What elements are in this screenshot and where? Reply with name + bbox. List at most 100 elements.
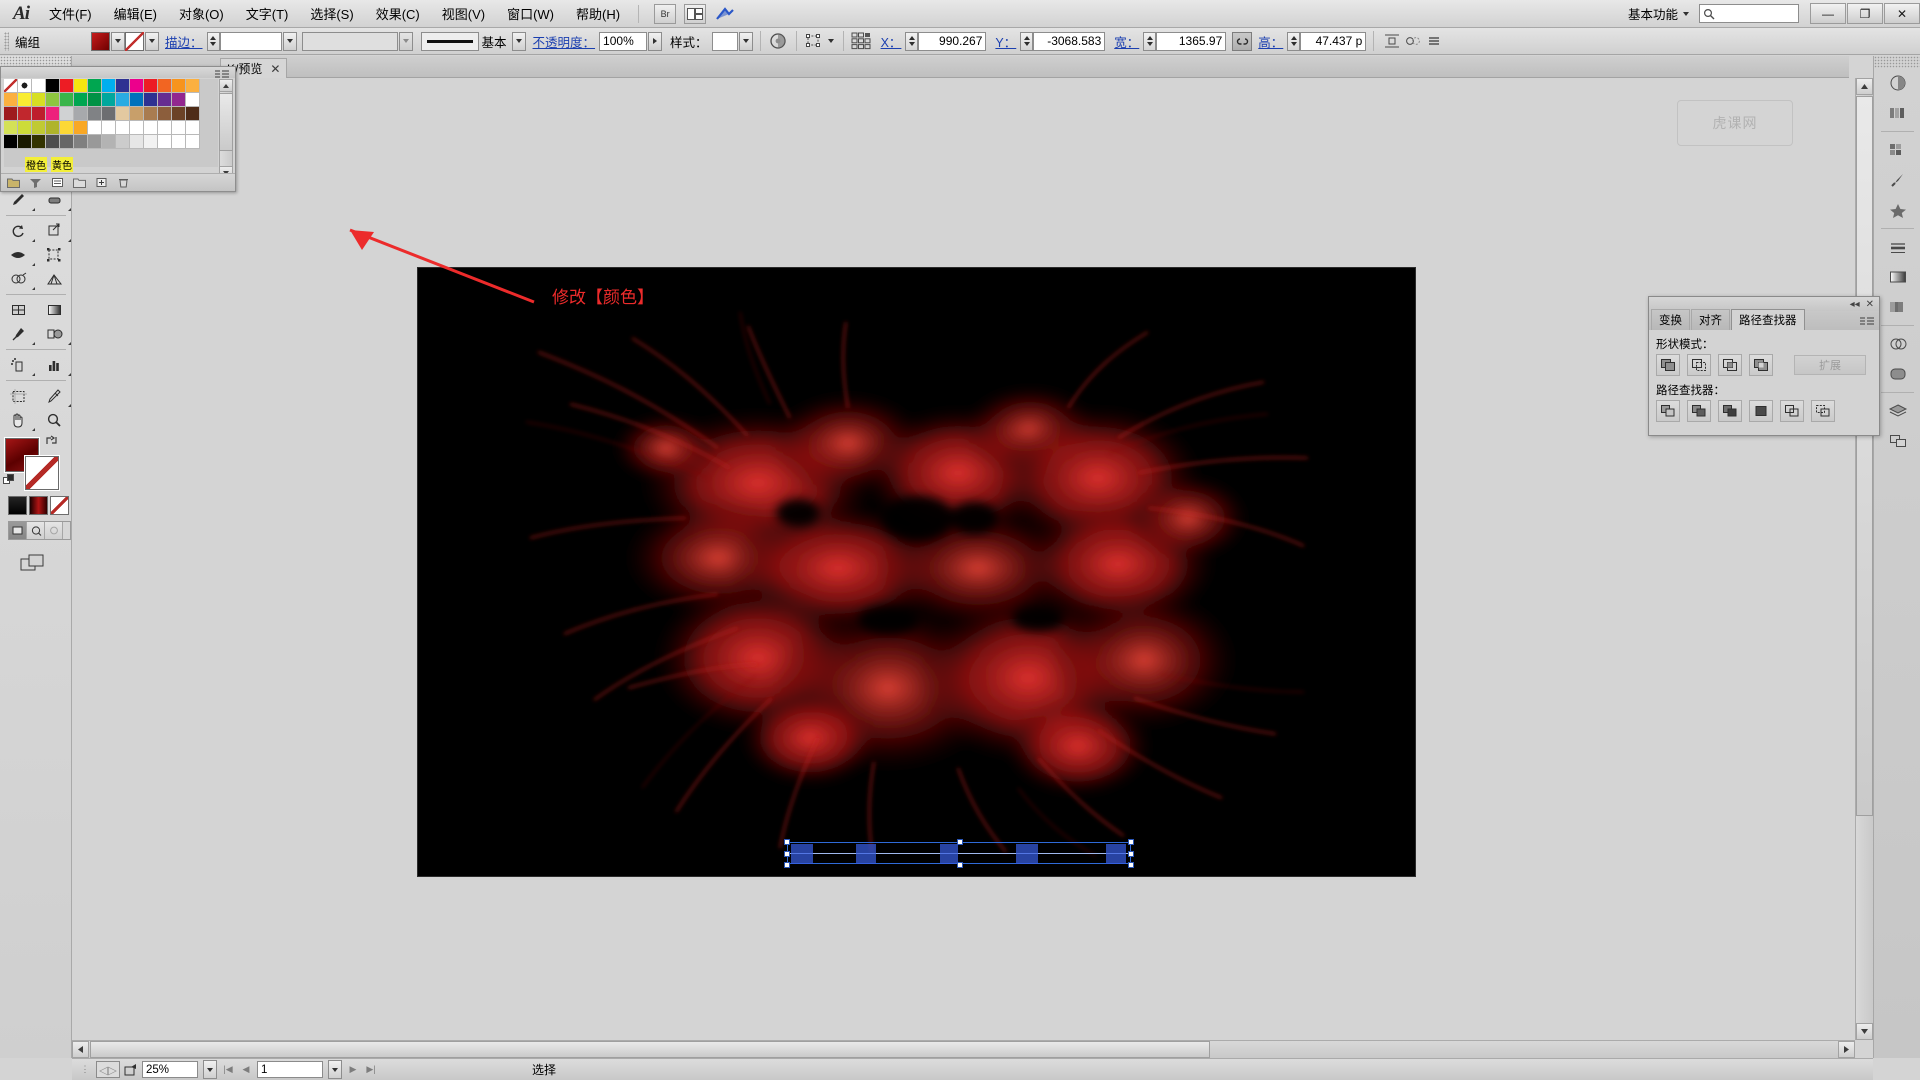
transparency-panel-icon[interactable]	[1874, 292, 1920, 322]
swatch-cell[interactable]	[4, 107, 18, 121]
align-icon[interactable]	[851, 31, 872, 51]
workspace-switcher[interactable]: 基本功能	[1622, 2, 1695, 25]
style-dropdown[interactable]	[738, 31, 753, 51]
control-bar-grip[interactable]	[4, 31, 9, 51]
height-stepper[interactable]	[1287, 31, 1301, 51]
gradient-tool[interactable]	[36, 298, 72, 322]
next-page-icon[interactable]: ▶	[346, 1061, 360, 1078]
swatch-cell[interactable]	[18, 135, 32, 149]
swatch-cell[interactable]	[186, 79, 200, 93]
expand-button[interactable]: 扩展	[1794, 355, 1866, 375]
full-screen-menu-mode[interactable]	[27, 522, 45, 539]
swatch-cell[interactable]	[116, 79, 130, 93]
zoom-level-dropdown[interactable]	[203, 1060, 217, 1079]
swatch-cell[interactable]	[74, 135, 88, 149]
selected-glyph[interactable]	[940, 844, 958, 864]
share-on-behance-icon[interactable]	[124, 1061, 138, 1078]
swatch-cell[interactable]	[102, 79, 116, 93]
opacity-slider-dropdown[interactable]	[648, 31, 663, 51]
swatch-cell[interactable]	[18, 107, 32, 121]
tab-transform[interactable]: 变换	[1651, 309, 1690, 330]
scroll-right-button[interactable]	[1838, 1041, 1855, 1058]
swatches-grid[interactable]	[4, 79, 218, 167]
scroll-up-button[interactable]	[219, 79, 233, 92]
stroke-swatch[interactable]	[125, 31, 144, 51]
color-mode-gradient[interactable]	[29, 496, 48, 515]
behance-icon[interactable]	[714, 4, 736, 24]
swatch-cell[interactable]	[130, 121, 144, 135]
crop-button[interactable]	[1749, 400, 1773, 422]
swatch-cell[interactable]	[88, 107, 102, 121]
arrange-documents-icon[interactable]	[684, 3, 707, 24]
blend-tool[interactable]	[36, 322, 72, 346]
exclude-button[interactable]	[1749, 354, 1773, 376]
tab-pathfinder[interactable]: 路径查找器	[1731, 309, 1805, 330]
swatch-cell[interactable]	[88, 93, 102, 107]
swatch-cell[interactable]	[130, 107, 144, 121]
normal-screen-mode[interactable]	[9, 522, 27, 539]
status-text[interactable]: 选择	[532, 1061, 556, 1078]
symbol-sprayer-tool[interactable]	[0, 353, 36, 377]
delete-swatch-icon[interactable]	[116, 176, 130, 190]
zoom-tool[interactable]	[36, 408, 72, 432]
horizontal-scroll-thumb[interactable]	[90, 1041, 1210, 1058]
minimize-button[interactable]: —	[1810, 3, 1846, 24]
swatch-cell[interactable]	[74, 107, 88, 121]
x-stepper[interactable]	[905, 31, 919, 51]
width-tool[interactable]	[0, 243, 36, 267]
column-graph-tool[interactable]	[36, 353, 72, 377]
shape-builder-tool[interactable]	[0, 267, 36, 291]
close-icon[interactable]: ✕	[1866, 299, 1874, 310]
minus-back-button[interactable]	[1811, 400, 1835, 422]
swatch-cell[interactable]	[74, 121, 88, 135]
transform-icon[interactable]	[804, 31, 825, 51]
swatch-cell[interactable]	[130, 93, 144, 107]
fill-swatch-dropdown[interactable]	[111, 31, 125, 51]
swatch-cell[interactable]	[60, 135, 74, 149]
style-preview[interactable]	[711, 31, 738, 51]
color-mode-flat[interactable]	[8, 496, 27, 515]
swatches-panel-icon[interactable]	[1874, 135, 1920, 165]
swatch-cell[interactable]	[46, 93, 60, 107]
selection-handle[interactable]	[1128, 851, 1134, 857]
stroke-profile-select[interactable]	[301, 31, 398, 51]
swatch-cell[interactable]	[144, 93, 158, 107]
swatch-cell[interactable]	[144, 107, 158, 121]
menu-window[interactable]: 窗口(W)	[496, 0, 565, 27]
stroke-profile-dropdown[interactable]	[398, 31, 413, 51]
swatch-cell[interactable]	[102, 121, 116, 135]
canvas[interactable]: 修改【颜色】 虎课网	[72, 78, 1855, 1040]
swatch-cell[interactable]	[18, 79, 32, 93]
artboard-tool[interactable]	[0, 384, 36, 408]
brushes-panel-icon[interactable]	[1874, 165, 1920, 195]
gradient-panel-icon[interactable]	[1874, 262, 1920, 292]
panel-menu-icon[interactable]	[1860, 315, 1874, 325]
show-swatch-kinds-icon[interactable]	[28, 176, 42, 190]
full-screen-mode[interactable]	[45, 522, 63, 539]
appearance-panel-icon[interactable]	[1874, 329, 1920, 359]
stroke-panel-icon[interactable]	[1874, 232, 1920, 262]
artboard[interactable]	[418, 268, 1415, 876]
eyedropper-tool[interactable]	[0, 322, 36, 346]
menu-view[interactable]: 视图(V)	[431, 0, 496, 27]
swatch-cell[interactable]	[32, 107, 46, 121]
default-fill-stroke-icon[interactable]	[3, 474, 15, 486]
stroke-label[interactable]: 描边：	[165, 32, 203, 51]
swatch-cell[interactable]	[32, 135, 46, 149]
swatch-cell[interactable]	[144, 135, 158, 149]
zoom-level-input[interactable]: 25%	[142, 1061, 198, 1078]
swatch-cell[interactable]	[46, 107, 60, 121]
swatch-cell[interactable]	[186, 107, 200, 121]
swatch-libraries-icon[interactable]	[6, 176, 20, 190]
menu-help[interactable]: 帮助(H)	[565, 0, 631, 27]
swatch-cell[interactable]	[46, 135, 60, 149]
swatch-cell[interactable]	[186, 135, 200, 149]
rotate-tool[interactable]	[0, 219, 36, 243]
swatch-cell[interactable]	[74, 93, 88, 107]
swatches-panel-header[interactable]	[1, 67, 235, 78]
panel-menu-icon[interactable]	[215, 68, 229, 78]
selection-handle[interactable]	[784, 851, 790, 857]
symbols-panel-icon[interactable]	[1874, 195, 1920, 225]
stroke-weight-stepper[interactable]	[206, 31, 220, 51]
swatch-cell[interactable]	[158, 79, 172, 93]
